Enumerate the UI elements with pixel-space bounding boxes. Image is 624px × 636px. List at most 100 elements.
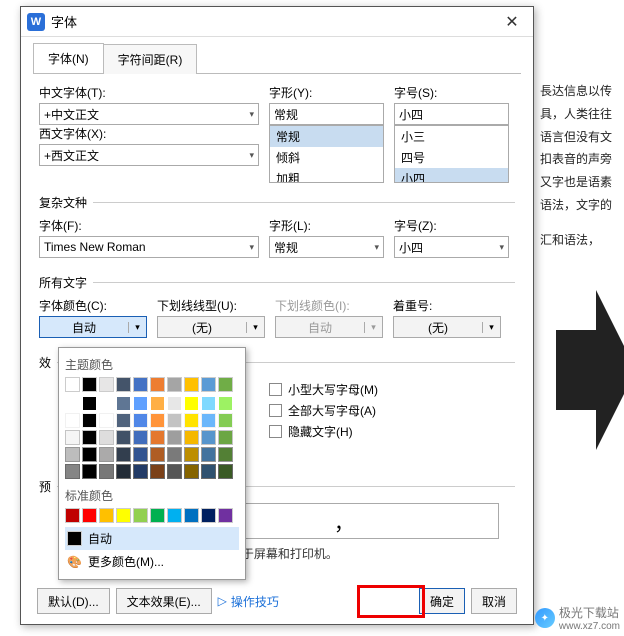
color-swatch[interactable] bbox=[150, 447, 165, 462]
color-swatch[interactable] bbox=[201, 413, 216, 428]
color-swatch[interactable] bbox=[65, 396, 80, 411]
ok-button[interactable]: 确定 bbox=[419, 588, 465, 614]
color-swatch[interactable] bbox=[99, 377, 114, 392]
color-swatch[interactable] bbox=[99, 430, 114, 445]
color-swatch[interactable] bbox=[116, 447, 131, 462]
color-swatch[interactable] bbox=[150, 464, 165, 479]
list-item[interactable]: 加粗 bbox=[270, 168, 383, 183]
color-swatch[interactable] bbox=[150, 377, 165, 392]
tab-font[interactable]: 字体(N) bbox=[33, 43, 104, 73]
color-swatch[interactable] bbox=[201, 430, 216, 445]
color-swatch[interactable] bbox=[218, 396, 233, 411]
color-swatch[interactable] bbox=[82, 464, 97, 479]
color-swatch[interactable] bbox=[150, 430, 165, 445]
color-swatch[interactable] bbox=[82, 377, 97, 392]
color-swatch[interactable] bbox=[218, 508, 233, 523]
color-swatch[interactable] bbox=[184, 430, 199, 445]
color-swatch[interactable] bbox=[167, 508, 182, 523]
color-swatch[interactable] bbox=[218, 413, 233, 428]
color-swatch[interactable] bbox=[167, 464, 182, 479]
color-swatch[interactable] bbox=[82, 430, 97, 445]
help-link[interactable]: ▷ 操作技巧 bbox=[218, 593, 279, 610]
color-swatch[interactable] bbox=[167, 396, 182, 411]
color-swatch[interactable] bbox=[218, 464, 233, 479]
color-swatch[interactable] bbox=[201, 396, 216, 411]
complex-size-combo[interactable]: 小四 ▾ bbox=[394, 236, 509, 258]
style-input[interactable]: 常规 bbox=[269, 103, 384, 125]
color-swatch[interactable] bbox=[65, 377, 80, 392]
color-swatch[interactable] bbox=[184, 377, 199, 392]
color-swatch[interactable] bbox=[99, 396, 114, 411]
color-swatch[interactable] bbox=[133, 396, 148, 411]
size-listbox[interactable]: 小三 四号 小四 bbox=[394, 125, 509, 183]
color-swatch[interactable] bbox=[150, 396, 165, 411]
underline-style-dropdown[interactable]: (无) ▾ bbox=[157, 316, 265, 338]
list-item[interactable]: 小三 bbox=[395, 126, 508, 147]
auto-color-item[interactable]: 自动 bbox=[65, 527, 239, 550]
color-swatch[interactable] bbox=[116, 377, 131, 392]
hidden-checkbox[interactable]: 隐藏文字(H) bbox=[269, 423, 378, 440]
size-input[interactable]: 小四 bbox=[394, 103, 509, 125]
emphasis-dropdown[interactable]: (无) ▾ bbox=[393, 316, 501, 338]
color-swatch[interactable] bbox=[82, 396, 97, 411]
color-swatch[interactable] bbox=[99, 508, 114, 523]
color-swatch[interactable] bbox=[218, 377, 233, 392]
color-swatch[interactable] bbox=[65, 464, 80, 479]
color-swatch[interactable] bbox=[99, 413, 114, 428]
color-swatch[interactable] bbox=[133, 447, 148, 462]
color-swatch[interactable] bbox=[65, 447, 80, 462]
color-swatch[interactable] bbox=[116, 430, 131, 445]
color-swatch[interactable] bbox=[133, 413, 148, 428]
color-swatch[interactable] bbox=[184, 413, 199, 428]
color-swatch[interactable] bbox=[150, 413, 165, 428]
text-effect-button[interactable]: 文本效果(E)... bbox=[116, 588, 212, 614]
allcaps-checkbox[interactable]: 全部大写字母(A) bbox=[269, 402, 378, 419]
color-swatch[interactable] bbox=[65, 508, 80, 523]
tab-spacing[interactable]: 字符间距(R) bbox=[103, 44, 198, 74]
list-item[interactable]: 倾斜 bbox=[270, 147, 383, 168]
color-swatch[interactable] bbox=[116, 508, 131, 523]
color-swatch[interactable] bbox=[65, 413, 80, 428]
color-swatch[interactable] bbox=[116, 396, 131, 411]
color-swatch[interactable] bbox=[133, 464, 148, 479]
color-swatch[interactable] bbox=[184, 396, 199, 411]
font-color-dropdown[interactable]: 自动 ▾ bbox=[39, 316, 147, 338]
color-swatch[interactable] bbox=[150, 508, 165, 523]
color-swatch[interactable] bbox=[218, 430, 233, 445]
more-colors-item[interactable]: 🎨 更多颜色(M)... bbox=[65, 550, 239, 573]
color-swatch[interactable] bbox=[167, 447, 182, 462]
color-swatch[interactable] bbox=[116, 464, 131, 479]
color-swatch[interactable] bbox=[133, 430, 148, 445]
color-swatch[interactable] bbox=[99, 447, 114, 462]
color-swatch[interactable] bbox=[82, 508, 97, 523]
color-swatch[interactable] bbox=[167, 413, 182, 428]
western-font-combo[interactable]: +西文正文 ▾ bbox=[39, 144, 259, 166]
color-swatch[interactable] bbox=[201, 508, 216, 523]
color-swatch[interactable] bbox=[82, 413, 97, 428]
complex-font-combo[interactable]: Times New Roman ▾ bbox=[39, 236, 259, 258]
color-swatch[interactable] bbox=[82, 447, 97, 462]
color-swatch[interactable] bbox=[184, 464, 199, 479]
cancel-button[interactable]: 取消 bbox=[471, 588, 517, 614]
chinese-font-combo[interactable]: +中文正文 ▾ bbox=[39, 103, 259, 125]
smallcaps-checkbox[interactable]: 小型大写字母(M) bbox=[269, 381, 378, 398]
color-swatch[interactable] bbox=[184, 447, 199, 462]
color-swatch[interactable] bbox=[99, 464, 114, 479]
default-button[interactable]: 默认(D)... bbox=[37, 588, 110, 614]
color-swatch[interactable] bbox=[201, 464, 216, 479]
close-button[interactable]: ✕ bbox=[497, 12, 527, 32]
list-item[interactable]: 常规 bbox=[270, 126, 383, 147]
color-swatch[interactable] bbox=[116, 413, 131, 428]
list-item[interactable]: 小四 bbox=[395, 168, 508, 183]
complex-style-combo[interactable]: 常规 ▾ bbox=[269, 236, 384, 258]
color-swatch[interactable] bbox=[133, 377, 148, 392]
color-swatch[interactable] bbox=[201, 447, 216, 462]
color-swatch[interactable] bbox=[218, 447, 233, 462]
style-listbox[interactable]: 常规 倾斜 加粗 bbox=[269, 125, 384, 183]
color-swatch[interactable] bbox=[133, 508, 148, 523]
list-item[interactable]: 四号 bbox=[395, 147, 508, 168]
color-swatch[interactable] bbox=[201, 377, 216, 392]
color-swatch[interactable] bbox=[65, 430, 80, 445]
color-swatch[interactable] bbox=[167, 377, 182, 392]
color-swatch[interactable] bbox=[167, 430, 182, 445]
